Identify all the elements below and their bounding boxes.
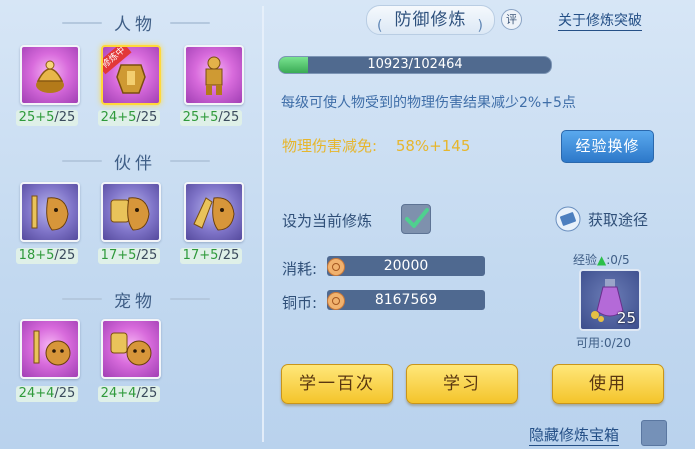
coins-label: 铜币: (282, 294, 318, 312)
level-main: 18+5 (18, 248, 55, 263)
level-main: 25+5 (18, 110, 55, 125)
level-main: 24+4 (100, 386, 137, 401)
cloud-ornament-right (170, 160, 210, 162)
partner-shield-icon (110, 197, 150, 231)
progress-text: 10923/102464 (367, 57, 463, 72)
level-main: 17+5 (100, 248, 137, 263)
swirl-right-icon: ) (477, 18, 484, 34)
exp-value: :0/5 (606, 253, 630, 267)
level-max: /25 (218, 110, 240, 125)
obtain-route[interactable]: 获取途径 (554, 205, 664, 233)
level-pet-sword: 24+4/25 (16, 386, 78, 402)
training-description: 每级可使人物受到的物理伤害结果减少2%+5点 (281, 95, 576, 111)
pet-sword-icon (33, 330, 71, 366)
coin-icon (327, 292, 345, 310)
about-breakthrough-link[interactable]: 关于修炼突破 (558, 10, 642, 31)
section-title-character: 人物 (114, 15, 156, 35)
set-current-label: 设为当前修炼 (282, 212, 373, 230)
potion-count: 25 (616, 309, 636, 327)
coins-value: 8167569 (327, 290, 485, 310)
level-character-body: 25+5/25 (180, 110, 242, 126)
slot-pet-shield[interactable] (101, 319, 161, 379)
hidden-chest-toggle[interactable] (641, 420, 667, 446)
level-max: /25 (136, 110, 158, 125)
eval-button[interactable]: 评 (501, 9, 522, 30)
character-body-icon (205, 56, 223, 95)
consume-value: 20000 (327, 256, 485, 276)
character-helmet-icon (36, 60, 64, 93)
partner-sword-icon (31, 195, 69, 231)
level-main: 25+5 (182, 110, 219, 125)
level-main: 24+4 (18, 386, 55, 401)
level-max: /25 (54, 110, 76, 125)
level-max: /25 (136, 248, 158, 263)
exchange-exp-button[interactable]: 经验换修 (561, 130, 654, 163)
consume-value-text: 20000 (383, 258, 429, 274)
level-max: /25 (218, 248, 240, 263)
checkmark-icon (405, 208, 429, 228)
level-partner-shield: 17+5/25 (98, 248, 160, 264)
exp-label-text: 经验 (573, 253, 598, 267)
level-main: 17+5 (182, 248, 219, 263)
partner-gauntlet-icon (193, 197, 235, 231)
slot-partner-sword[interactable] (20, 182, 80, 242)
learn-button[interactable]: 学习 (406, 364, 518, 404)
coins-value-text: 8167569 (374, 292, 438, 308)
tab-label: 防御修炼 (394, 10, 467, 30)
damage-label: 物理伤害减免: (282, 137, 378, 155)
section-title-pet: 宠物 (114, 292, 156, 312)
damage-value: 58%+145 (395, 137, 471, 155)
potion-item[interactable]: 25 (579, 269, 641, 331)
coin-icon (327, 258, 345, 276)
slot-character-body[interactable] (184, 45, 244, 105)
level-max: /25 (54, 386, 76, 401)
book-icon (555, 206, 581, 232)
use-button[interactable]: 使用 (552, 364, 664, 404)
learn-100-button[interactable]: 学一百次 (281, 364, 393, 404)
swirl-left-icon: ( (377, 18, 384, 34)
set-current-checkbox[interactable] (401, 204, 431, 234)
tab-defense-training[interactable]: ( 防御修炼 ) (366, 5, 495, 35)
level-max: /25 (136, 386, 158, 401)
usable-label: 可用:0/20 (576, 336, 631, 350)
section-title-partner: 伙伴 (114, 154, 156, 174)
level-max: /25 (54, 248, 76, 263)
exp-label: 经验▲:0/5 (573, 251, 630, 268)
level-character-armor: 24+5/25 (98, 110, 160, 126)
slot-pet-sword[interactable] (20, 319, 80, 379)
pet-shield-icon (110, 332, 152, 366)
cloud-ornament-right (170, 22, 210, 24)
obtain-label: 获取途径 (588, 211, 649, 229)
level-pet-shield: 24+4/25 (98, 386, 160, 402)
exp-progress-bar: 10923/102464 (278, 56, 552, 74)
level-partner-sword: 18+5/25 (16, 248, 78, 264)
slot-partner-shield[interactable] (101, 182, 161, 242)
level-character-helmet: 25+5/25 (16, 110, 78, 126)
slot-character-armor[interactable]: 修炼中 (101, 45, 161, 105)
slot-character-helmet[interactable] (20, 45, 80, 105)
level-partner-gauntlet: 17+5/25 (180, 248, 242, 264)
hidden-chest-link[interactable]: 隐藏修炼宝箱 (529, 424, 620, 446)
level-main: 24+5 (100, 110, 137, 125)
damage-reduction: 物理伤害减免: 58%+145 (282, 135, 470, 156)
cloud-ornament-right (170, 298, 210, 300)
consume-label: 消耗: (282, 260, 318, 278)
panel-divider (262, 6, 264, 442)
arrow-up-icon: ▲ (597, 253, 607, 267)
slot-partner-gauntlet[interactable] (184, 182, 244, 242)
